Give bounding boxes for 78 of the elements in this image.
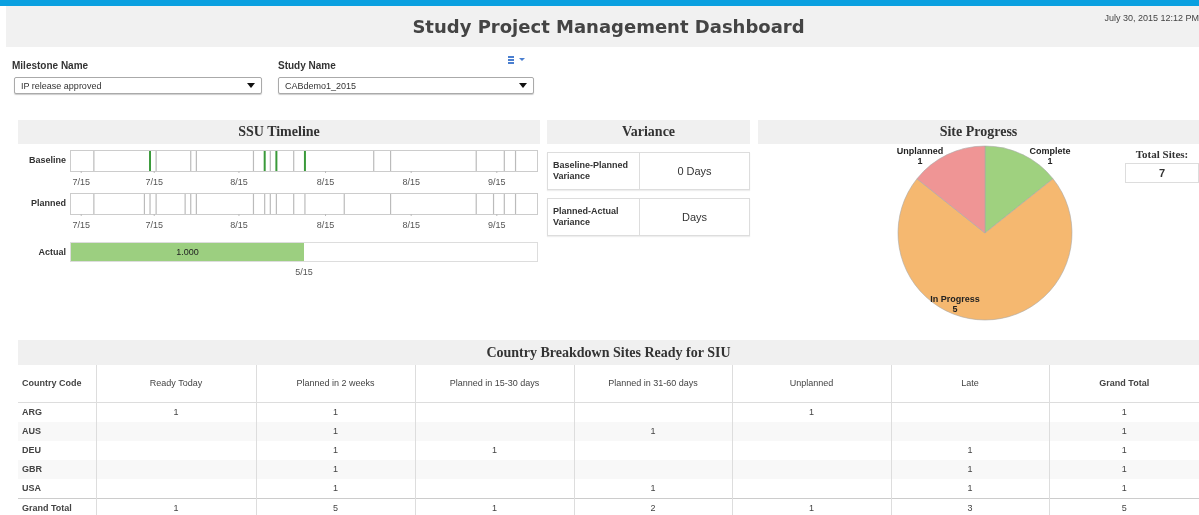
table-cell: 1: [891, 459, 1049, 479]
table-cell: Grand Total: [18, 498, 96, 515]
column-header: Planned in 15-30 days: [415, 365, 574, 402]
table-cell: 1: [1049, 421, 1199, 441]
tick-label: 8/15: [402, 177, 420, 187]
row-label: Planned: [30, 197, 67, 210]
column-header: Planned in 2 weeks: [256, 365, 415, 402]
tick-label: 7/15: [72, 177, 90, 187]
table-cell: 1: [256, 478, 415, 498]
total-label: Total Sites:: [1134, 148, 1190, 160]
column-header: Grand Total: [1049, 365, 1199, 402]
table-cell: 1: [415, 498, 574, 515]
filter-label: Milestone Name: [12, 60, 90, 71]
table-cell: 1: [574, 421, 732, 441]
table-cell: 1: [256, 402, 415, 422]
table-cell: 1: [574, 478, 732, 498]
variance-value: 0 Days: [676, 164, 713, 179]
table-cell: 1: [891, 440, 1049, 460]
row-label: Actual: [37, 246, 67, 259]
bar-value: 1.000: [176, 247, 199, 257]
tick-label: 8/15: [230, 220, 248, 230]
list-menu-icon[interactable]: [508, 56, 526, 64]
table-cell: 1: [732, 498, 891, 515]
tick-label: 8/15: [230, 177, 248, 187]
total-value: 7: [1125, 163, 1199, 183]
tick-label: 8/15: [316, 177, 335, 187]
table-cell: 3: [891, 498, 1049, 515]
table-cell: 1: [732, 402, 891, 422]
dashboard-title: Study Project Management Dashboard: [412, 16, 805, 37]
table-cell: 1: [1049, 459, 1199, 479]
variance-label: Baseline-Planned Variance: [548, 153, 640, 189]
table-cell: 1: [96, 402, 256, 422]
slice-label: Complete 1: [1029, 146, 1071, 166]
tick-label: 7/15: [72, 220, 90, 230]
table-cell: 1: [1049, 402, 1199, 422]
filter-label: Study Name: [278, 60, 337, 71]
column-header: Unplanned: [732, 365, 891, 402]
column-header: Late: [891, 365, 1049, 402]
table-cell: 5: [1049, 498, 1199, 515]
column-header: Ready Today: [96, 365, 256, 402]
tick-label: 5/15: [295, 267, 313, 277]
slice-label: In Progress 5: [930, 294, 980, 314]
row-label: Baseline: [27, 154, 67, 167]
tick-label: 9/15: [488, 220, 506, 230]
panel-header: Site Progress: [758, 120, 1199, 144]
table-cell: 1: [415, 440, 574, 460]
tick-label: 8/15: [316, 220, 335, 230]
table-cell: 2: [574, 498, 732, 515]
dropdown[interactable]: IP release approved: [14, 77, 262, 94]
table-cell: USA: [18, 478, 96, 498]
timestamp: July 30, 2015 12:12 PM: [1104, 13, 1199, 23]
tick-label: 9/15: [488, 177, 506, 187]
table-cell: 1: [256, 459, 415, 479]
tick-label: 7/15: [145, 177, 163, 187]
table-cell: GBR: [18, 459, 96, 479]
table-cell: ARG: [18, 402, 96, 422]
tick-label: 7/15: [145, 220, 163, 230]
panel-header: Variance: [547, 120, 750, 144]
slice-label: Unplanned 1: [896, 146, 944, 166]
variance-label: Planned-Actual Variance: [548, 199, 640, 235]
column-header: Planned in 31-60 days: [574, 365, 732, 402]
table-cell: 5: [256, 498, 415, 515]
table-cell: AUS: [18, 421, 96, 441]
table-cell: 1: [256, 440, 415, 460]
variance-value: Days: [680, 210, 709, 225]
table-cell: 1: [1049, 478, 1199, 498]
dropdown[interactable]: CABdemo1_2015: [278, 77, 534, 94]
table-cell: 1: [1049, 440, 1199, 460]
table-cell: 1: [256, 421, 415, 441]
table-cell: 1: [891, 478, 1049, 498]
panel-header: Country Breakdown Sites Ready for SIU: [18, 340, 1199, 365]
caret-icon: [519, 83, 527, 88]
table-cell: 1: [96, 498, 256, 515]
panel-header: SSU Timeline: [18, 120, 540, 144]
column-header: Country Code: [18, 365, 96, 402]
caret-icon: [247, 83, 255, 88]
table-cell: DEU: [18, 440, 96, 460]
tick-label: 8/15: [402, 220, 420, 230]
